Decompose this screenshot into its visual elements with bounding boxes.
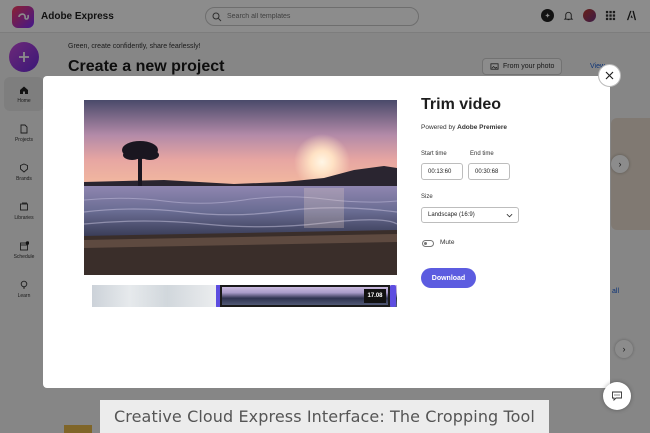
close-icon: [605, 71, 614, 80]
close-button[interactable]: [598, 64, 621, 87]
download-button[interactable]: Download: [421, 268, 476, 288]
powered-by-prefix: Powered by: [421, 124, 456, 131]
trim-handle-end[interactable]: [390, 285, 396, 307]
end-time-label: End time: [470, 151, 494, 157]
start-time-field[interactable]: 00:13:60: [421, 163, 463, 180]
timeline-unselected: [92, 285, 217, 307]
chevron-down-icon: [506, 213, 513, 218]
mute-toggle[interactable]: [422, 240, 434, 247]
size-label: Size: [421, 194, 433, 200]
mute-label: Mute: [440, 239, 455, 246]
image-caption: Creative Cloud Express Interface: The Cr…: [100, 400, 549, 433]
end-time-field[interactable]: 00:30:68: [468, 163, 510, 180]
video-preview[interactable]: [84, 100, 397, 275]
start-time-label: Start time: [421, 151, 447, 157]
powered-by: Powered by Adobe Premiere: [421, 124, 507, 131]
chat-button[interactable]: [603, 382, 631, 410]
video-frame: [84, 100, 397, 275]
powered-by-brand: Adobe Premiere: [457, 124, 507, 131]
trim-video-dialog: 17.08 Trim video Powered by Adobe Premie…: [43, 76, 610, 388]
size-select-value: Landscape (16:9): [428, 212, 475, 218]
clip-duration: 17.08: [364, 289, 386, 303]
dialog-title: Trim video: [421, 96, 502, 113]
chat-icon: [612, 391, 622, 402]
size-select[interactable]: Landscape (16:9): [421, 207, 519, 223]
